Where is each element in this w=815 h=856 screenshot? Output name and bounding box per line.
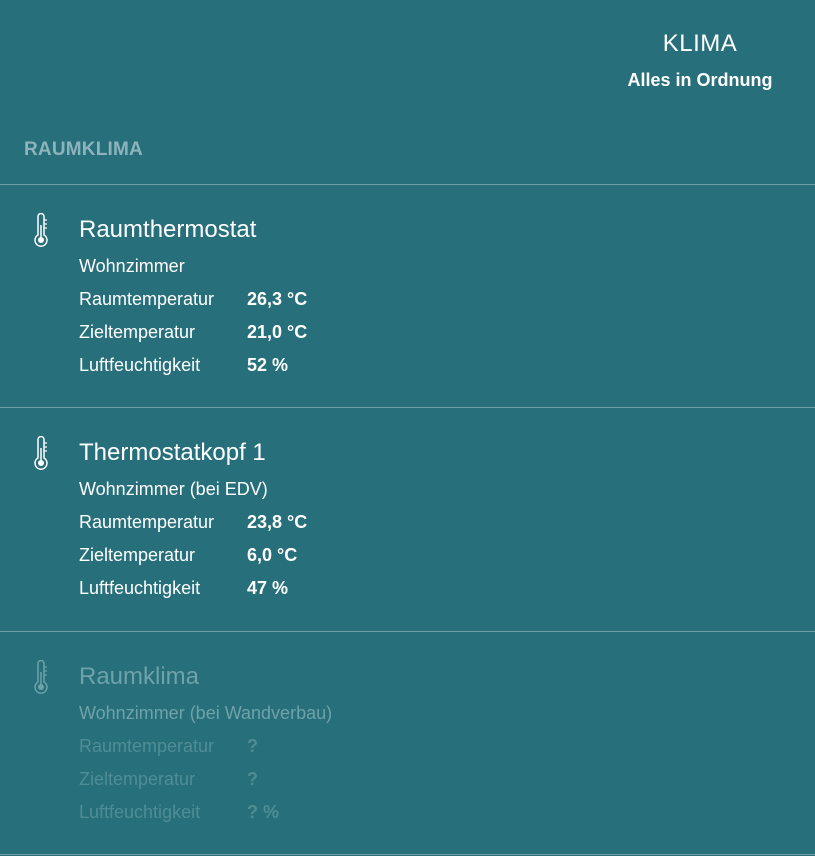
humidity-value: 47 % [247, 578, 289, 598]
device-card-thermostatkopf-1[interactable]: Thermostatkopf 1 Wohnzimmer (bei EDV) Ra… [0, 408, 815, 630]
target-temperature-row: Zieltemperatur 21,0 °C [79, 321, 479, 345]
room-temperature-row: Raumtemperatur 26,3 °C [79, 288, 479, 312]
target-temperature-label: Zieltemperatur [79, 545, 196, 565]
device-card-raumklima[interactable]: Raumklima Wohnzimmer (bei Wandverbau) Ra… [0, 632, 815, 854]
thermometer-icon [30, 659, 52, 696]
device-room: Wohnzimmer (bei EDV) [79, 479, 268, 499]
thermometer-icon [30, 212, 52, 249]
room-temperature-label: Raumtemperatur [79, 289, 215, 309]
humidity-label: Luftfeuchtigkeit [79, 578, 201, 598]
header: KLIMA Alles in Ordnung [0, 0, 815, 110]
target-temperature-row: Zieltemperatur ? [79, 768, 479, 792]
header-title: KLIMA [662, 30, 738, 57]
device-card-raumthermostat[interactable]: Raumthermostat Wohnzimmer Raumtemperatur… [0, 185, 815, 407]
device-title: Thermostatkopf 1 [79, 439, 266, 466]
room-temperature-label: Raumtemperatur [79, 736, 215, 756]
humidity-value: ? % [247, 802, 280, 822]
device-title: Raumklima [79, 663, 200, 690]
room-temperature-value: 26,3 °C [247, 289, 308, 309]
thermometer-icon [30, 435, 52, 472]
humidity-row: Luftfeuchtigkeit ? % [79, 801, 479, 825]
humidity-row: Luftfeuchtigkeit 47 % [79, 577, 479, 601]
humidity-label: Luftfeuchtigkeit [79, 802, 201, 822]
room-temperature-value: 23,8 °C [247, 512, 308, 532]
header-status: Alles in Ordnung [627, 70, 773, 90]
room-temperature-value: ? [247, 736, 258, 756]
target-temperature-row: Zieltemperatur 6,0 °C [79, 544, 479, 568]
target-temperature-label: Zieltemperatur [79, 322, 196, 342]
humidity-label: Luftfeuchtigkeit [79, 355, 201, 375]
device-title: Raumthermostat [79, 216, 257, 243]
room-temperature-row: Raumtemperatur 23,8 °C [79, 511, 479, 535]
target-temperature-value: 6,0 °C [247, 545, 298, 565]
room-temperature-label: Raumtemperatur [79, 512, 215, 532]
target-temperature-value: 21,0 °C [247, 322, 308, 342]
target-temperature-value: ? [247, 769, 258, 789]
device-room: Wohnzimmer [79, 256, 185, 276]
section-heading: RAUMKLIMA [24, 139, 143, 160]
humidity-value: 52 % [247, 355, 289, 375]
room-temperature-row: Raumtemperatur ? [79, 735, 479, 759]
divider [0, 854, 815, 855]
humidity-row: Luftfeuchtigkeit 52 % [79, 354, 479, 378]
device-room: Wohnzimmer (bei Wandverbau) [79, 703, 333, 723]
target-temperature-label: Zieltemperatur [79, 769, 196, 789]
